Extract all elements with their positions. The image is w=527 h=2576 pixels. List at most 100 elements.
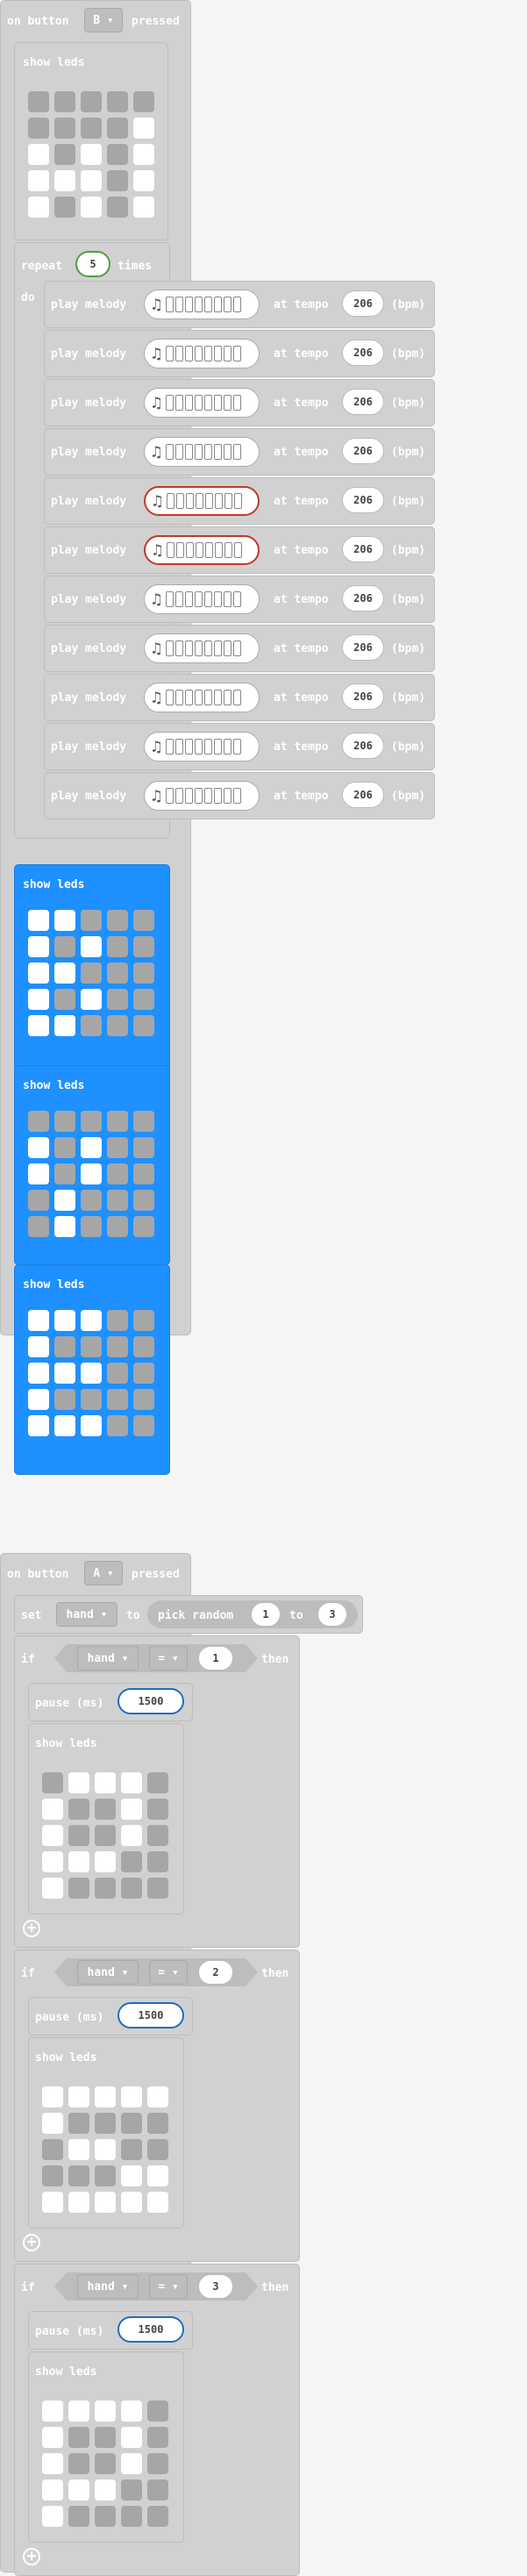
- led-4-0[interactable]: [28, 1415, 49, 1436]
- led-4-1[interactable]: [54, 1015, 75, 1036]
- led-1-4[interactable]: [147, 1799, 168, 1820]
- led-1-0[interactable]: [28, 1137, 49, 1158]
- led-0-4[interactable]: [133, 1111, 154, 1132]
- led-0-0[interactable]: [42, 2086, 63, 2107]
- tempo-input[interactable]: 206: [342, 536, 384, 562]
- led-3-3[interactable]: [121, 1851, 142, 1872]
- led-2-4[interactable]: [147, 2139, 168, 2160]
- led-1-1[interactable]: [68, 2427, 89, 2448]
- led-4-4[interactable]: [147, 1878, 168, 1899]
- led-1-4[interactable]: [133, 936, 154, 957]
- led-2-3[interactable]: [121, 1825, 142, 1846]
- led-2-4[interactable]: [133, 1163, 154, 1184]
- led-0-2[interactable]: [81, 91, 102, 112]
- variable-dropdown[interactable]: hand ▾: [77, 1646, 139, 1671]
- led-1-4[interactable]: [147, 2113, 168, 2134]
- led-grid[interactable]: [42, 2086, 168, 2213]
- operator-dropdown[interactable]: = ▾: [149, 2274, 188, 2299]
- led-3-2[interactable]: [81, 170, 102, 191]
- led-1-2[interactable]: [81, 1336, 102, 1357]
- led-2-0[interactable]: [42, 2453, 63, 2474]
- led-3-3[interactable]: [107, 989, 128, 1010]
- led-4-4[interactable]: [147, 2192, 168, 2213]
- led-0-2[interactable]: [81, 910, 102, 931]
- led-0-4[interactable]: [133, 1310, 154, 1331]
- led-1-3[interactable]: [107, 1336, 128, 1357]
- led-4-0[interactable]: [42, 1878, 63, 1899]
- led-2-2[interactable]: [95, 1825, 116, 1846]
- melody-editor[interactable]: ♫: [144, 633, 260, 663]
- led-4-0[interactable]: [42, 2506, 63, 2527]
- tempo-input[interactable]: 206: [342, 683, 384, 710]
- melody-editor[interactable]: ♫: [144, 437, 260, 467]
- add-branch-icon[interactable]: +: [23, 2548, 40, 2565]
- variable-dropdown[interactable]: hand ▾: [77, 2274, 139, 2299]
- led-1-1[interactable]: [54, 936, 75, 957]
- led-3-4[interactable]: [133, 170, 154, 191]
- led-0-1[interactable]: [68, 1772, 89, 1793]
- melody-editor[interactable]: ♫: [144, 781, 260, 811]
- melody-editor[interactable]: ♫: [144, 339, 260, 369]
- button-dropdown[interactable]: B ▾: [84, 8, 123, 32]
- led-0-0[interactable]: [28, 1111, 49, 1132]
- led-3-0[interactable]: [42, 1851, 63, 1872]
- compare-value[interactable]: 3: [198, 2274, 233, 2299]
- led-0-1[interactable]: [68, 2401, 89, 2422]
- led-0-4[interactable]: [133, 910, 154, 931]
- led-2-0[interactable]: [28, 144, 49, 165]
- compare-value[interactable]: 2: [198, 1960, 233, 1985]
- random-min[interactable]: 1: [251, 1602, 281, 1627]
- led-4-2[interactable]: [95, 2506, 116, 2527]
- led-2-2[interactable]: [95, 2453, 116, 2474]
- variable-dropdown[interactable]: hand ▾: [77, 1960, 139, 1985]
- led-2-2[interactable]: [81, 1163, 102, 1184]
- pause-input[interactable]: 1500: [118, 1688, 184, 1714]
- led-4-2[interactable]: [95, 1878, 116, 1899]
- led-3-1[interactable]: [54, 1190, 75, 1211]
- add-branch-icon[interactable]: +: [23, 2234, 40, 2251]
- led-3-1[interactable]: [68, 2165, 89, 2186]
- led-4-1[interactable]: [68, 2192, 89, 2213]
- led-2-4[interactable]: [133, 1363, 154, 1384]
- led-0-1[interactable]: [54, 1310, 75, 1331]
- tempo-input[interactable]: 206: [342, 585, 384, 612]
- led-4-2[interactable]: [81, 1216, 102, 1237]
- random-max[interactable]: 3: [317, 1602, 347, 1627]
- led-1-0[interactable]: [42, 2427, 63, 2448]
- led-2-4[interactable]: [147, 2453, 168, 2474]
- led-3-3[interactable]: [107, 1389, 128, 1410]
- led-2-0[interactable]: [28, 1363, 49, 1384]
- led-3-4[interactable]: [147, 1851, 168, 1872]
- led-0-2[interactable]: [81, 1111, 102, 1132]
- led-2-2[interactable]: [81, 144, 102, 165]
- tempo-input[interactable]: 206: [342, 487, 384, 513]
- led-1-3[interactable]: [107, 118, 128, 139]
- led-3-1[interactable]: [68, 1851, 89, 1872]
- tempo-input[interactable]: 206: [342, 733, 384, 759]
- led-1-4[interactable]: [147, 2427, 168, 2448]
- led-0-3[interactable]: [107, 910, 128, 931]
- led-grid[interactable]: [28, 1310, 154, 1436]
- led-0-4[interactable]: [147, 1772, 168, 1793]
- led-1-1[interactable]: [68, 1799, 89, 1820]
- led-0-1[interactable]: [54, 910, 75, 931]
- led-2-2[interactable]: [95, 2139, 116, 2160]
- operator-dropdown[interactable]: = ▾: [149, 1646, 188, 1671]
- led-4-1[interactable]: [54, 1415, 75, 1436]
- led-1-0[interactable]: [42, 2113, 63, 2134]
- led-0-2[interactable]: [81, 1310, 102, 1331]
- variable-dropdown[interactable]: hand ▾: [56, 1602, 118, 1627]
- tempo-input[interactable]: 206: [342, 340, 384, 366]
- led-1-1[interactable]: [54, 1336, 75, 1357]
- led-1-2[interactable]: [95, 1799, 116, 1820]
- led-3-4[interactable]: [147, 2479, 168, 2501]
- led-4-1[interactable]: [54, 1216, 75, 1237]
- led-3-4[interactable]: [133, 989, 154, 1010]
- led-3-0[interactable]: [28, 170, 49, 191]
- led-0-1[interactable]: [68, 2086, 89, 2107]
- led-2-4[interactable]: [147, 1825, 168, 1846]
- melody-editor[interactable]: ♫: [144, 486, 260, 516]
- led-3-4[interactable]: [133, 1190, 154, 1211]
- melody-editor[interactable]: ♫: [144, 535, 260, 565]
- led-3-4[interactable]: [133, 1389, 154, 1410]
